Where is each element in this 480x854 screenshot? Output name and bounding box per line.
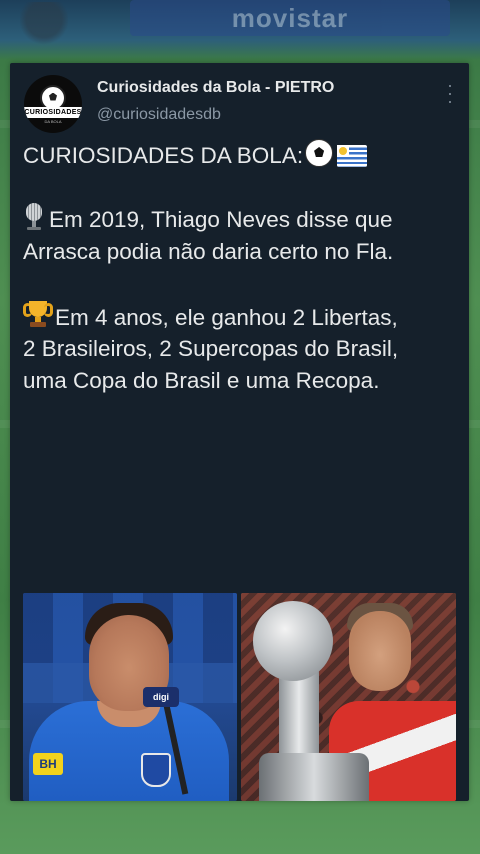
trophy-base (259, 753, 369, 801)
libertadores-trophy-icon (253, 601, 333, 681)
more-vertical-icon[interactable] (447, 85, 453, 103)
avatar-badge-text: CURIOSIDADES (24, 106, 82, 118)
club-crest-icon (141, 753, 171, 787)
background-sponsor-banner: movistar (130, 0, 450, 36)
soccer-ball-icon (305, 139, 334, 167)
tweet-paragraph-1: Em 2019, Thiago Neves disse que Arrasca … (23, 207, 398, 264)
tweet-body: CURIOSIDADES DA BOLA: Em 2019, Thiago Ne… (23, 139, 455, 396)
tweet-paragraph-2: Em 4 anos, ele ganhou 2 Libertas, 2 Bras… (23, 304, 399, 393)
author-handle[interactable]: @curiosidadesdb (97, 106, 221, 124)
microphone-label: digi (143, 687, 179, 707)
media-photo-arrascaeta-trophy[interactable] (241, 593, 456, 801)
tweet-header: CURIOSIDADES DA BOLA Curiosidades da Bol… (24, 75, 459, 135)
tweet-media: BH digi (23, 593, 456, 801)
avatar-sub-text: DA BOLA (44, 118, 62, 124)
background-player-silhouette (20, 2, 68, 46)
tweet-title: CURIOSIDADES DA BOLA: (23, 143, 304, 168)
author-name[interactable]: Curiosidades da Bola - PIETRO (97, 79, 334, 97)
player-face (349, 611, 411, 691)
avatar[interactable]: CURIOSIDADES DA BOLA (24, 75, 82, 133)
uruguay-flag-icon (337, 145, 368, 167)
trophy-icon (23, 299, 53, 329)
studio-microphone-icon (23, 203, 45, 231)
media-photo-thiago-neves[interactable]: BH digi (23, 593, 237, 801)
tweet-card[interactable]: CURIOSIDADES DA BOLA Curiosidades da Bol… (10, 63, 469, 801)
jersey-sponsor-badge: BH (33, 753, 63, 775)
